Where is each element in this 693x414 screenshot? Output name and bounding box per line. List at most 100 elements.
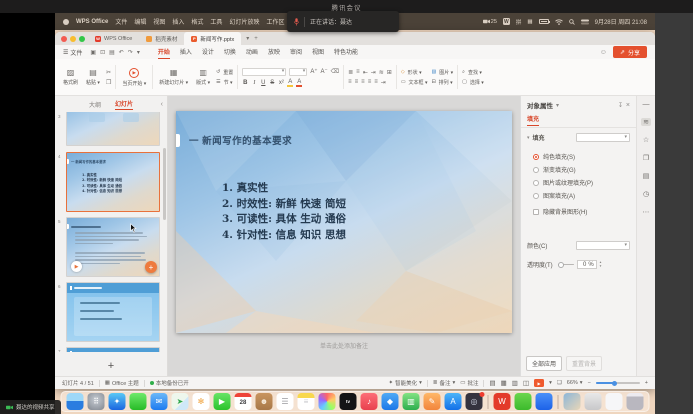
superscript-button[interactable]: x² — [278, 80, 284, 86]
zoom-slider-knob[interactable] — [612, 381, 617, 386]
cast-icon[interactable]: ◫ — [523, 379, 529, 387]
decrease-font-icon[interactable]: A⁻ — [320, 68, 327, 75]
more-rail-icon[interactable]: ⋯ — [643, 208, 650, 216]
bullet-list-icon[interactable]: ≣ — [348, 69, 353, 76]
ribbon-tab-view[interactable]: 视图 — [312, 45, 324, 59]
close-icon[interactable]: × — [626, 102, 630, 109]
customize-toolbar-caret[interactable]: ▾ — [137, 49, 140, 56]
find-button[interactable]: ⌕查找 ▾ — [462, 69, 484, 76]
file-menu-button[interactable]: ☰ 文件 — [63, 48, 82, 57]
reset-background-button[interactable]: 重置背景 — [566, 356, 602, 371]
control-center-icon[interactable] — [581, 19, 589, 25]
font-size-combo[interactable] — [289, 68, 307, 76]
italic-button[interactable]: I — [251, 80, 257, 86]
dock-icon-document-preview[interactable] — [606, 393, 623, 410]
collapse-panel-icon[interactable]: ‹ — [161, 101, 163, 108]
dock-icon-screenshot-preview[interactable] — [564, 393, 581, 410]
hide-background-graphics-option[interactable]: 隐藏背景图形(H) — [521, 205, 636, 218]
zoom-out-button[interactable]: − — [588, 380, 591, 386]
decrease-indent-icon[interactable]: ⇤ — [363, 69, 368, 76]
dock-icon-numbers[interactable]: ▥ — [403, 393, 420, 410]
dock-icon-notes[interactable]: ≡ — [298, 393, 315, 410]
tab-document-active[interactable]: P 新闻写作.pptx — [184, 32, 241, 45]
font-name-combo[interactable] — [242, 68, 286, 76]
ribbon-tab-insert[interactable]: 插入 — [180, 45, 192, 59]
dock-icon-launchpad[interactable]: ⠿ — [88, 393, 105, 410]
menubar-item[interactable]: 视图 — [153, 17, 165, 26]
ribbon-tab-design[interactable]: 设计 — [202, 45, 214, 59]
thumbnail-slide-6[interactable] — [66, 282, 160, 342]
textbox-button[interactable]: ▭文本框 ▾ — [401, 79, 428, 86]
dock-icon-mail[interactable]: ✉ — [151, 393, 168, 410]
tab-docer[interactable]: 稻壳素材 — [139, 32, 184, 45]
smart-beautify-button[interactable]: ✦智能美化▾ — [388, 379, 421, 387]
transparency-input[interactable]: 0 % — [577, 260, 597, 269]
menubar-item[interactable]: 插入 — [172, 17, 184, 26]
fullscreen-icon[interactable]: ❏ — [557, 380, 562, 386]
theme-indicator[interactable]: ▦Office 主题 — [105, 379, 139, 387]
align-right-icon[interactable]: ≡ — [361, 79, 365, 85]
preview-icon[interactable]: ▤ — [109, 49, 115, 56]
redo-icon[interactable]: ↷ — [128, 49, 133, 56]
dock-icon-keynote[interactable]: ◆ — [382, 393, 399, 410]
dock-icon-maps[interactable]: ➤ — [172, 393, 189, 410]
dock-icon-contacts[interactable]: ☻ — [256, 393, 273, 410]
current-slide[interactable]: 一 新闻写作的基本要求 1. 真实性2. 时效性: 新鲜 快速 简短3. 可读性… — [176, 111, 512, 333]
tab-slides[interactable]: 幻灯片 — [115, 99, 133, 110]
menubar-item[interactable]: 编辑 — [134, 17, 146, 26]
new-slide-button[interactable]: ▦ 新建幻灯片 ▾ — [155, 61, 192, 93]
notes-button[interactable]: ≣备注▾ — [433, 379, 455, 387]
color-combo[interactable] — [576, 241, 630, 250]
menubar-item[interactable]: 幻灯片放映 — [229, 17, 259, 26]
ribbon-tab-special-features[interactable]: 特色功能 — [334, 45, 358, 59]
add-slide-button[interactable]: + — [55, 358, 167, 374]
menubar-item[interactable]: 工具 — [210, 17, 222, 26]
ribbon-tab-home[interactable]: 开始 — [158, 45, 170, 59]
clear-format-icon[interactable]: ⌫ — [331, 68, 339, 75]
underline-button[interactable]: U — [260, 80, 266, 86]
menubar-datetime[interactable]: 9月28日 周四 21:08 — [595, 17, 647, 26]
dock-icon-safari[interactable]: ✦ — [109, 393, 126, 410]
dock-icon-finder[interactable] — [67, 393, 84, 410]
view-normal-icon[interactable]: ▤ — [489, 379, 495, 387]
backup-indicator[interactable]: 本地备份已开 — [150, 379, 189, 387]
menubar-item[interactable]: 文件 — [115, 17, 127, 26]
align-center-icon[interactable]: ≡ — [355, 79, 359, 85]
distribute-icon[interactable]: ≡ — [374, 79, 378, 85]
select-button[interactable]: ▢选择 ▾ — [462, 79, 484, 86]
zoom-level[interactable]: 66%▾ — [567, 380, 583, 386]
minimize-window-button[interactable] — [70, 36, 76, 42]
dock-icon-facetime[interactable]: ▶ — [214, 393, 231, 410]
clipboard-rail-icon[interactable]: ❐ — [643, 154, 649, 162]
align-left-icon[interactable]: ≡ — [348, 79, 352, 85]
history-rail-icon[interactable]: ◷ — [643, 190, 649, 198]
smart-tools-rail-icon[interactable]: ▤ — [643, 172, 650, 180]
close-window-button[interactable] — [61, 36, 67, 42]
line-spacing-icon[interactable]: ≋ — [379, 69, 384, 76]
wps-status-icon[interactable]: W — [503, 18, 510, 25]
fill-solid-option[interactable]: 纯色填充(S) — [521, 150, 636, 163]
transparency-stepper[interactable]: ▴▾ — [600, 261, 602, 268]
tab-list-caret[interactable]: ▾ — [246, 35, 249, 42]
ribbon-tab-transitions[interactable]: 切换 — [224, 45, 236, 59]
dock-icon-music[interactable]: ♪ — [361, 393, 378, 410]
menubar-item[interactable]: 工作区 — [266, 17, 284, 26]
fill-gradient-option[interactable]: 渐变填充(G) — [521, 163, 636, 176]
feedback-smiley-icon[interactable]: ☺ — [600, 49, 607, 56]
wifi-icon[interactable] — [555, 19, 563, 25]
undo-icon[interactable]: ↶ — [119, 49, 124, 56]
dock-icon-calendar[interactable]: 28 — [235, 393, 252, 410]
shapes-button[interactable]: ◇形状 ▾ — [401, 69, 428, 76]
highlight-color-button[interactable]: A — [287, 79, 293, 87]
zoom-in-button[interactable]: + — [645, 380, 648, 386]
dock-icon-settings[interactable]: ◎ — [466, 393, 483, 410]
fill-picture-option[interactable]: 图片或纹理填充(P) — [521, 176, 636, 189]
section-collapse-caret[interactable]: ▾ — [527, 135, 530, 141]
screen-share-banner[interactable]: 聂达的视频共享 — [0, 400, 61, 414]
ribbon-tab-animation[interactable]: 动画 — [246, 45, 258, 59]
dock-icon-window-preview[interactable] — [585, 393, 602, 410]
font-color-button[interactable]: A — [296, 79, 302, 87]
thumbnail-slide-7[interactable] — [66, 347, 160, 352]
meeting-status-icon[interactable]: 25 — [483, 19, 497, 25]
fill-pattern-option[interactable]: 图案填充(A) — [521, 189, 636, 202]
